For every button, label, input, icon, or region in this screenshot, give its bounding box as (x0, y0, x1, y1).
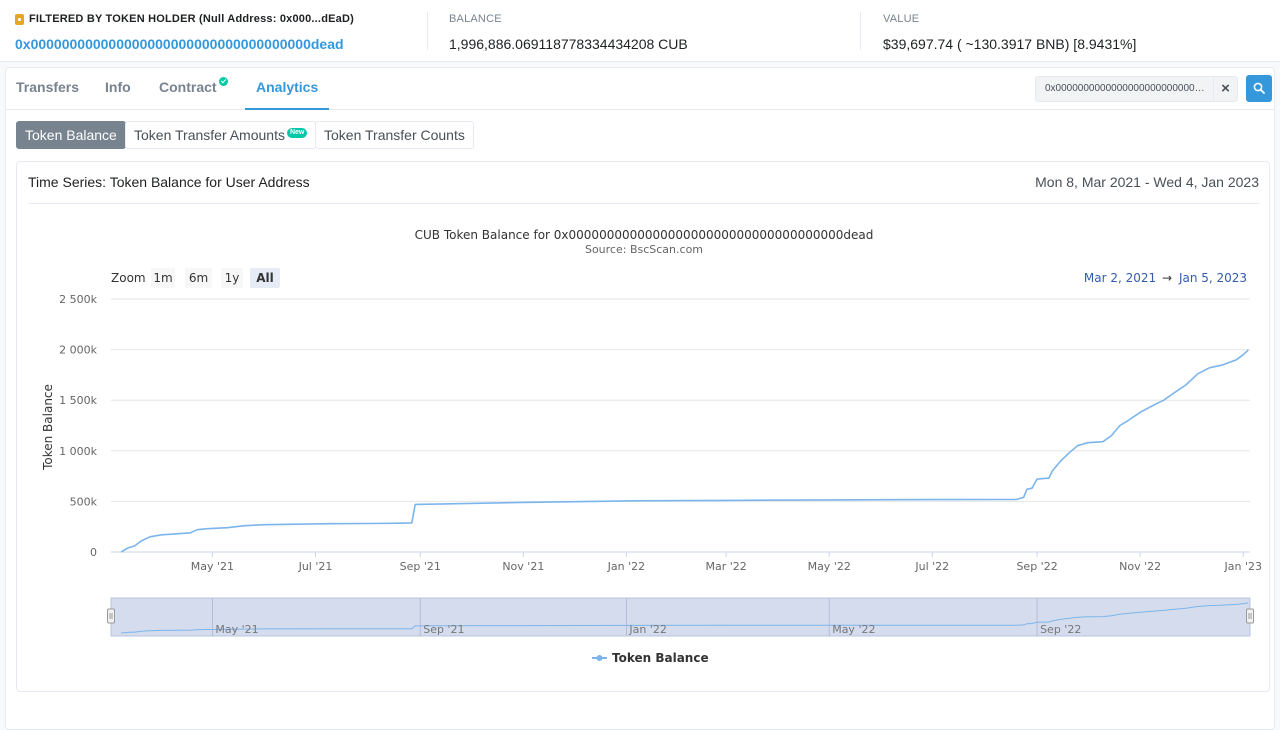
balance-label: BALANCE (449, 13, 502, 25)
tab-info[interactable]: Info (105, 68, 131, 110)
legend-label: Token Balance (612, 651, 709, 665)
x-tick-label: Jan '22 (607, 560, 645, 573)
navigator-handle-left[interactable] (107, 608, 115, 624)
token-holder-summary: FILTERED BY TOKEN HOLDER (Null Address: … (0, 0, 1280, 62)
x-tick-label: Jul '22 (914, 560, 949, 573)
tab-analytics[interactable]: Analytics (245, 68, 330, 110)
balance-value: 1,996,886.069118778334434208 CUB (449, 36, 688, 52)
x-tick-label: Jan '23 (1223, 560, 1261, 573)
y-tick-label: 2 500k (59, 293, 97, 306)
value-column: VALUE $39,697.74 ( ~130.3917 BNB) [8.943… (883, 12, 1136, 53)
verified-check-icon (218, 77, 228, 86)
chart-title: CUB Token Balance for 0x0000000000000000… (415, 228, 874, 242)
search-icon (1253, 82, 1265, 94)
range-from[interactable]: Mar 2, 2021 (1084, 271, 1156, 285)
navigator-tick-label: Sep '22 (1040, 623, 1081, 636)
range-display: Mar 2, 2021 → Jan 5, 2023 (1084, 271, 1247, 285)
y-tick-label: 1 500k (59, 394, 97, 407)
range-arrow: → (1162, 271, 1172, 285)
zoom-button-label: 1y (225, 271, 240, 285)
x-tick-label: Sep '21 (400, 560, 441, 573)
x-tick-label: Nov '22 (1119, 560, 1161, 573)
search-button[interactable] (1246, 75, 1272, 102)
balance-column: BALANCE 1,996,886.069118778334434208 CUB (449, 12, 688, 53)
chart-subtitle: Source: BscScan.com (585, 243, 703, 256)
navigator-tick-label: May '21 (215, 623, 258, 636)
address-filter-input[interactable]: 0x000000000000000000000000000000000000de… (1035, 76, 1238, 102)
zoom-button-label: All (256, 271, 274, 285)
x-tick-label: Sep '22 (1016, 560, 1057, 573)
tab-contract-label: Contract (159, 79, 217, 95)
filter-label: FILTERED BY TOKEN HOLDER (Null Address: … (29, 13, 354, 25)
subtab-token-transfer-amounts[interactable]: Token Transfer Amounts New (125, 121, 317, 149)
holder-address-link[interactable]: 0x000000000000000000000000000000000000de… (15, 35, 354, 53)
x-tick-label: May '22 (808, 560, 851, 573)
navigator-tick-label: Sep '21 (423, 623, 464, 636)
subtab-label: Token Transfer Amounts (134, 127, 285, 143)
y-tick-label: 0 (90, 546, 97, 559)
zoom-controls: Zoom 1m 6m 1y All (111, 268, 280, 288)
x-tick-label: May '21 (191, 560, 234, 573)
x-tick-label: Jul '21 (298, 560, 333, 573)
y-tick-label: 2 000k (59, 344, 97, 357)
navigator-handle-right[interactable] (1246, 608, 1254, 624)
chart-panel: Time Series: Token Balance for User Addr… (16, 161, 1270, 692)
legend-marker (596, 655, 603, 661)
x-tick-label: Nov '21 (502, 560, 544, 573)
y-axis-ticks: 0 500k 1 000k 1 500k 2 000k 2 500k (59, 293, 97, 559)
divider (860, 12, 861, 50)
navigator-tick-label: Jan '22 (628, 623, 666, 636)
clear-filter-button[interactable]: × (1213, 77, 1237, 101)
divider (427, 12, 428, 50)
navigator[interactable]: May '21 Sep '21 Jan '22 May '22 Sep '22 (107, 597, 1254, 637)
y-axis-title: Token Balance (41, 384, 55, 471)
y-tick-label: 500k (70, 495, 98, 508)
tab-bar: Transfers Info Contract Analytics 0x0000… (6, 68, 1274, 110)
y-tick-label: 1 000k (59, 445, 97, 458)
value-label: VALUE (883, 13, 920, 25)
zoom-label: Zoom (111, 271, 146, 285)
token-card: Transfers Info Contract Analytics 0x0000… (5, 67, 1275, 730)
token-balance-chart: 0 500k 1 000k 1 500k 2 000k 2 500k May '21 Jul… (41, 228, 1262, 665)
new-badge: New (286, 128, 308, 138)
range-to[interactable]: Jan 5, 2023 (1178, 271, 1247, 285)
navigator-tick-label: May '22 (832, 623, 875, 636)
tab-contract[interactable]: Contract (159, 68, 228, 110)
value-value: $39,697.74 ( ~130.3917 BNB) [8.9431%] (883, 36, 1137, 52)
chart-gridlines (111, 298, 1250, 553)
lock-icon (15, 13, 24, 25)
subtab-token-transfer-counts[interactable]: Token Transfer Counts (315, 121, 474, 149)
legend[interactable]: Token Balance (592, 651, 709, 665)
filter-column: FILTERED BY TOKEN HOLDER (Null Address: … (15, 12, 354, 53)
zoom-button-label: 1m (153, 271, 172, 285)
x-axis-ticks: May '21 Jul '21 Sep '21 Nov '21 Jan '22 Mar '… (191, 552, 1262, 573)
x-tick-label: Mar '22 (705, 560, 746, 573)
zoom-button-label: 6m (189, 271, 208, 285)
tab-transfers[interactable]: Transfers (16, 68, 79, 110)
subtab-token-balance[interactable]: Token Balance (16, 121, 126, 149)
